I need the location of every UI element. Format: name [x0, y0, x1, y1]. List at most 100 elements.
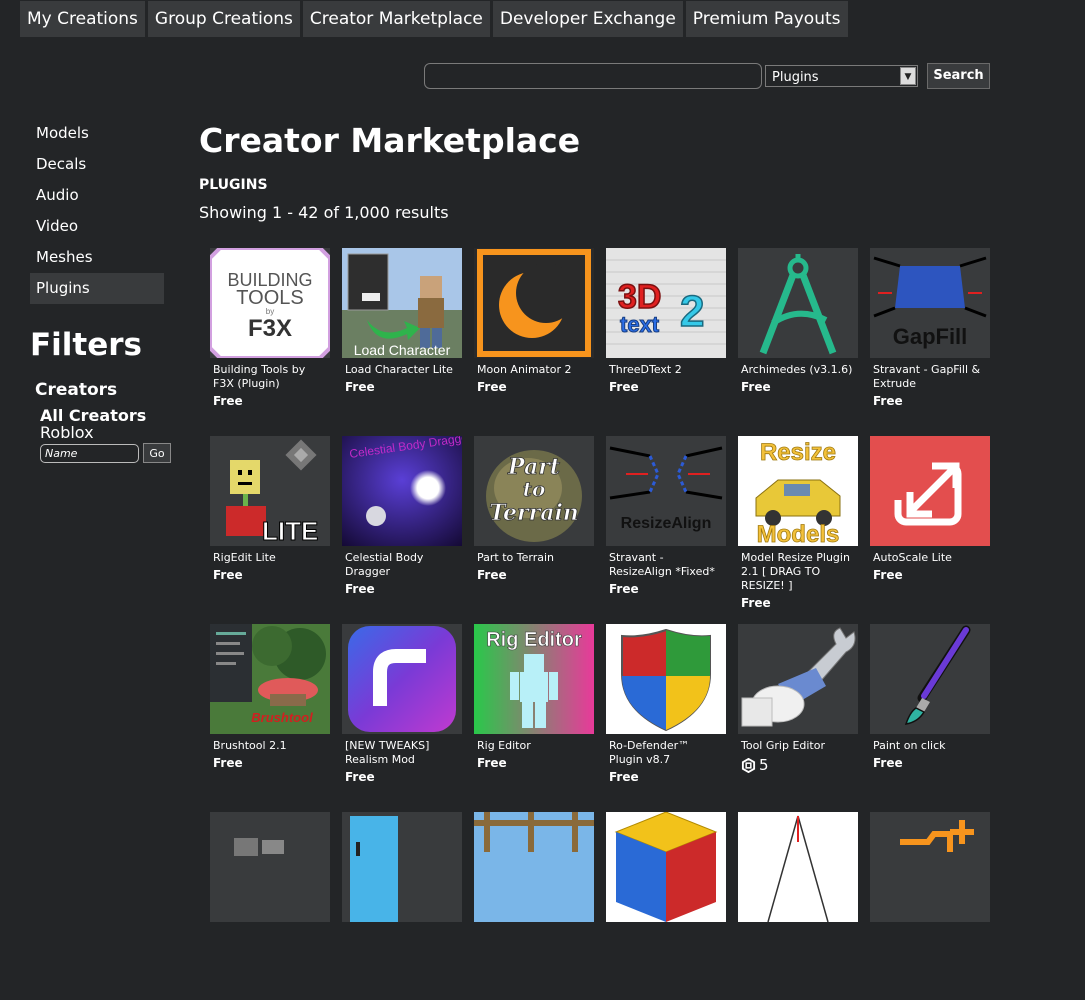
- tab-creator-marketplace[interactable]: Creator Marketplace: [302, 1, 490, 37]
- asset-name[interactable]: [NEW TWEAKS] Realism Mod: [345, 739, 459, 767]
- asset-price: Free: [213, 394, 243, 408]
- sidebar-item-video[interactable]: Video: [30, 211, 164, 242]
- asset-card[interactable]: ResizeAlign Stravant - ResizeAlign *Fixe…: [606, 436, 726, 624]
- pixel-blur-icon[interactable]: [210, 812, 330, 922]
- rig-editor-logo-icon[interactable]: Rig Editor: [474, 624, 594, 734]
- compass-logo-icon[interactable]: [738, 248, 858, 358]
- filter-roblox[interactable]: Roblox: [40, 423, 94, 442]
- asset-card[interactable]: Celestial Body Dragger Celestial Body Dr…: [342, 436, 462, 624]
- load-character-thumb-icon[interactable]: Load Character: [342, 248, 462, 358]
- wrench-logo-icon[interactable]: [738, 624, 858, 734]
- go-button[interactable]: Go: [143, 443, 171, 463]
- asset-name[interactable]: Brushtool 2.1: [213, 739, 327, 753]
- tab-my-creations[interactable]: My Creations: [20, 1, 145, 37]
- sidebar-item-audio[interactable]: Audio: [30, 180, 164, 211]
- brushtool-logo-icon[interactable]: Brushtool: [210, 624, 330, 734]
- asset-name[interactable]: Stravant - ResizeAlign *Fixed*: [609, 551, 723, 579]
- asset-card[interactable]: [606, 812, 726, 1000]
- asset-name[interactable]: Archimedes (v3.1.6): [741, 363, 855, 377]
- asset-card[interactable]: Ro-Defender™ Plugin v8.7 Free: [606, 624, 726, 812]
- asset-name[interactable]: Ro-Defender™ Plugin v8.7: [609, 739, 723, 767]
- asset-card[interactable]: BUILDING TOOLS by F3X Building Tools by …: [210, 248, 330, 436]
- sidebar-item-models[interactable]: Models: [30, 118, 164, 149]
- asset-name[interactable]: RigEdit Lite: [213, 551, 327, 565]
- asset-name[interactable]: Load Character Lite: [345, 363, 459, 377]
- rigedit-logo-icon[interactable]: LITE: [210, 436, 330, 546]
- asset-card[interactable]: Resize Models Model Resize Plugin 2.1 [ …: [738, 436, 858, 624]
- sidebar-item-meshes[interactable]: Meshes: [30, 242, 164, 273]
- realism-logo-icon[interactable]: [342, 624, 462, 734]
- top-tabs: My Creations Group Creations Creator Mar…: [20, 1, 848, 37]
- paintbrush-logo-icon[interactable]: [870, 624, 990, 734]
- asset-name[interactable]: Tool Grip Editor: [741, 739, 855, 753]
- asset-card[interactable]: Load Character Load Character Lite Free: [342, 248, 462, 436]
- sail-line-icon[interactable]: [738, 812, 858, 922]
- search-button[interactable]: Search: [927, 63, 990, 89]
- f3x-text-2: TOOLS: [236, 287, 303, 309]
- asset-price: Free: [477, 568, 507, 582]
- resizealign-logo-icon[interactable]: ResizeAlign: [606, 436, 726, 546]
- shield-logo-icon[interactable]: [606, 624, 726, 734]
- asset-card[interactable]: [342, 812, 462, 1000]
- wood-structure-icon[interactable]: [474, 812, 594, 922]
- asset-name[interactable]: Stravant - GapFill & Extrude: [873, 363, 987, 391]
- asset-card[interactable]: Brushtool Brushtool 2.1 Free: [210, 624, 330, 812]
- asset-price: Free: [609, 380, 639, 394]
- asset-card[interactable]: AutoScale Lite Free: [870, 436, 990, 624]
- asset-card[interactable]: Rig Editor Rig Editor Free: [474, 624, 594, 812]
- asset-name[interactable]: Model Resize Plugin 2.1 [ DRAG TO RESIZE…: [741, 551, 855, 593]
- asset-price: Free: [873, 756, 903, 770]
- asset-name[interactable]: AutoScale Lite: [873, 551, 987, 565]
- asset-grid: BUILDING TOOLS by F3X Building Tools by …: [210, 248, 990, 1000]
- creator-name-input[interactable]: Name: [40, 444, 139, 463]
- sidebar: Models Decals Audio Video Meshes Plugins: [30, 118, 164, 304]
- asset-name[interactable]: Moon Animator 2: [477, 363, 591, 377]
- tab-premium-payouts[interactable]: Premium Payouts: [685, 1, 848, 37]
- brushtool-text: Brushtool: [251, 710, 313, 725]
- category-select[interactable]: Plugins ▼: [765, 65, 918, 87]
- terrain-text-2: to: [523, 477, 546, 501]
- asset-name[interactable]: Rig Editor: [477, 739, 591, 753]
- asset-card[interactable]: Moon Animator 2 Free: [474, 248, 594, 436]
- asset-card[interactable]: [738, 812, 858, 1000]
- asset-price: Free: [741, 596, 771, 610]
- asset-card[interactable]: [870, 812, 990, 1000]
- asset-name[interactable]: Building Tools by F3X (Plugin): [213, 363, 327, 391]
- robux-amount: 5: [759, 756, 769, 774]
- search-input[interactable]: [424, 63, 762, 89]
- gapfill-logo-icon[interactable]: GapFill: [870, 248, 990, 358]
- blue-tile-icon[interactable]: [342, 812, 462, 922]
- resize-models-logo-icon[interactable]: Resize Models: [738, 436, 858, 546]
- asset-card[interactable]: [474, 812, 594, 1000]
- 3d-text-logo-icon[interactable]: 3D 2 text: [606, 248, 726, 358]
- f3x-logo-icon[interactable]: BUILDING TOOLS by F3X: [210, 248, 330, 358]
- asset-card[interactable]: LITE RigEdit Lite Free: [210, 436, 330, 624]
- sidebar-item-plugins[interactable]: Plugins: [30, 273, 164, 304]
- asset-card[interactable]: [210, 812, 330, 1000]
- asset-card[interactable]: Part to Terrain Part to Terrain Free: [474, 436, 594, 624]
- asset-name[interactable]: Paint on click: [873, 739, 987, 753]
- asset-card[interactable]: [NEW TWEAKS] Realism Mod Free: [342, 624, 462, 812]
- chevron-down-icon[interactable]: ▼: [900, 67, 916, 85]
- threed-text-2: 2: [680, 287, 704, 336]
- asset-card[interactable]: Paint on click Free: [870, 624, 990, 812]
- tab-developer-exchange[interactable]: Developer Exchange: [492, 1, 683, 37]
- f3x-text-4: F3X: [248, 315, 292, 342]
- autoscale-logo-icon[interactable]: [870, 436, 990, 546]
- asset-name[interactable]: Part to Terrain: [477, 551, 591, 565]
- cube-logo-icon[interactable]: [606, 812, 726, 922]
- sidebar-item-decals[interactable]: Decals: [30, 149, 164, 180]
- asset-name[interactable]: Celestial Body Dragger: [345, 551, 459, 579]
- celestial-logo-icon[interactable]: Celestial Body Dragger: [342, 436, 462, 546]
- asset-price: Free: [873, 568, 903, 582]
- threed-text-1: 3D: [618, 278, 661, 316]
- terrain-logo-icon[interactable]: Part to Terrain: [474, 436, 594, 546]
- add-folder-icon[interactable]: [870, 812, 990, 922]
- asset-name[interactable]: ThreeDText 2: [609, 363, 723, 377]
- asset-card[interactable]: Archimedes (v3.1.6) Free: [738, 248, 858, 436]
- tab-group-creations[interactable]: Group Creations: [147, 1, 300, 37]
- asset-card[interactable]: Tool Grip Editor 5: [738, 624, 858, 812]
- asset-card[interactable]: 3D 2 text ThreeDText 2 Free: [606, 248, 726, 436]
- asset-card[interactable]: GapFill Stravant - GapFill & Extrude Fre…: [870, 248, 990, 436]
- moon-logo-icon[interactable]: [474, 248, 594, 358]
